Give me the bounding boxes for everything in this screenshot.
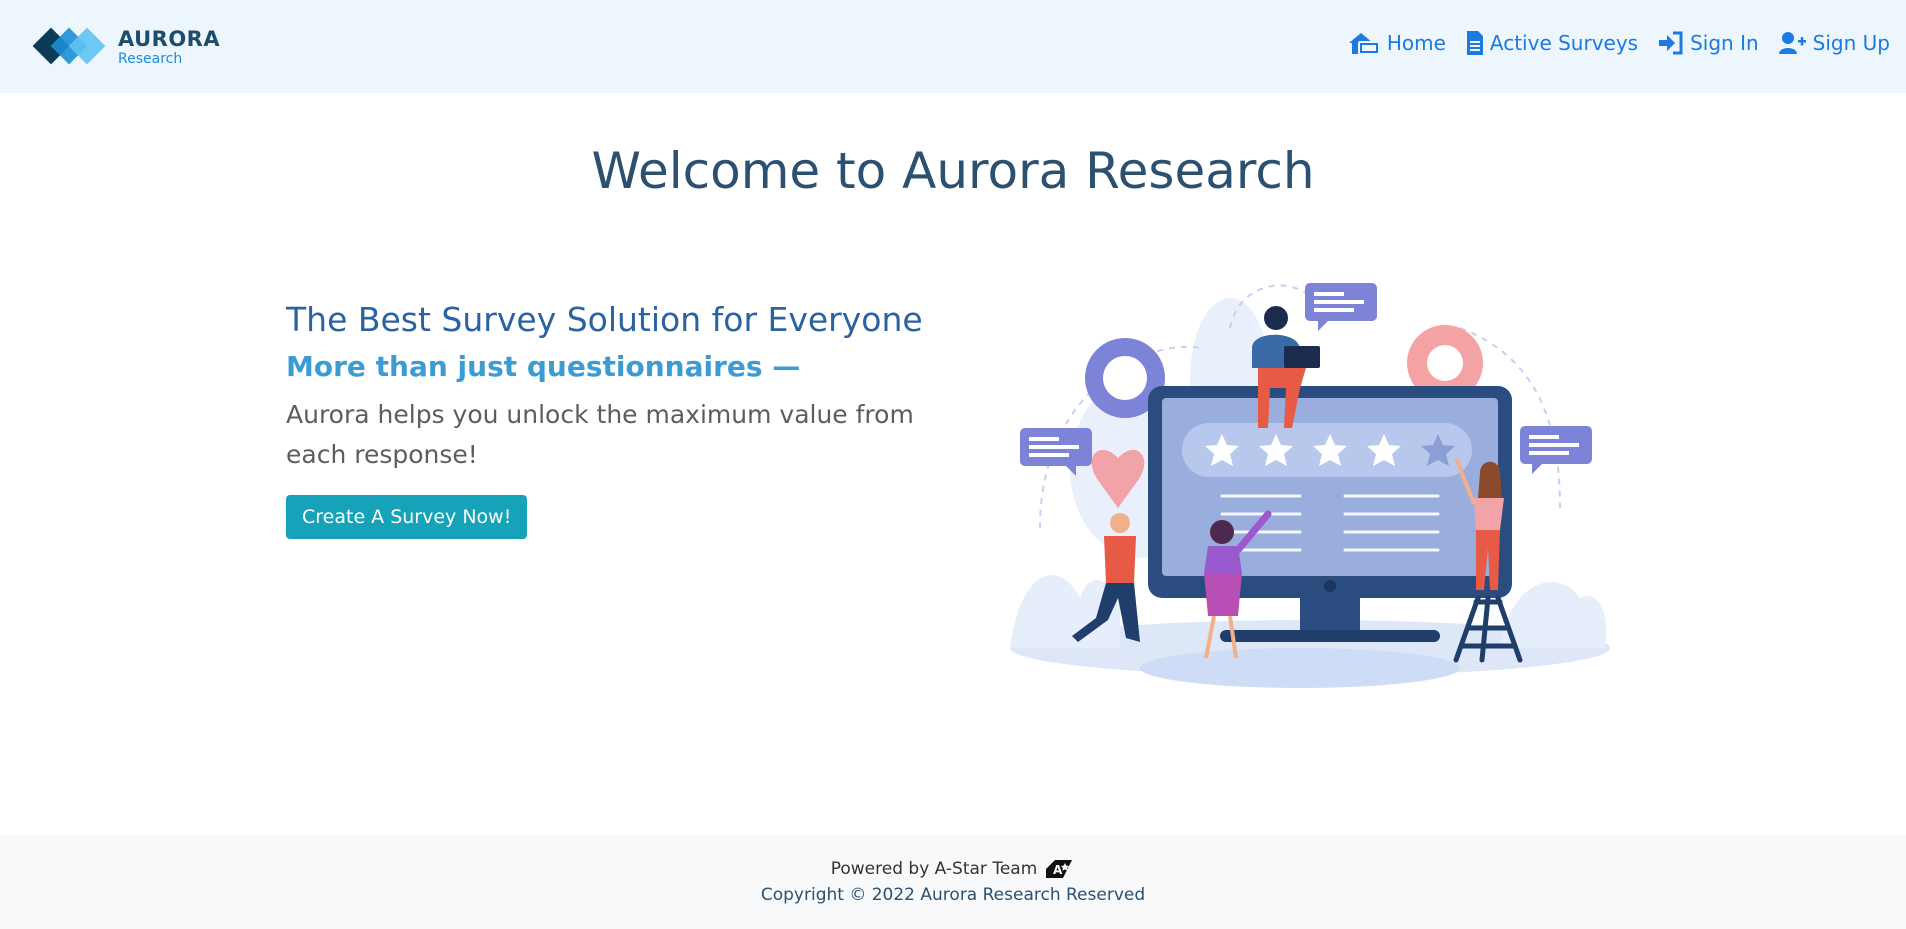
document-icon bbox=[1466, 31, 1483, 55]
nav-sign-up[interactable]: Sign Up bbox=[1778, 31, 1890, 55]
sign-in-icon bbox=[1659, 31, 1683, 55]
brand-subtitle: Research bbox=[118, 50, 183, 67]
hero-description: Aurora helps you unlock the maximum valu… bbox=[286, 400, 914, 470]
page-title: Welcome to Aurora Research bbox=[591, 142, 1315, 200]
nav-sign-in[interactable]: Sign In bbox=[1658, 31, 1759, 55]
hero-subheading: More than just questionnaires — bbox=[286, 349, 801, 383]
nav-home[interactable]: Home bbox=[1347, 30, 1446, 56]
brand-name: AURORA bbox=[118, 26, 221, 51]
nav-active-surveys[interactable]: Active Surveys bbox=[1466, 30, 1638, 56]
hero-heading: The Best Survey Solution for Everyone bbox=[286, 300, 923, 339]
svg-text:A: A bbox=[1053, 863, 1063, 877]
chat-bubble-icon bbox=[1305, 283, 1377, 331]
chat-bubble-icon bbox=[1520, 426, 1592, 474]
powered-by-text: Powered by A-Star Team bbox=[830, 859, 1038, 879]
top-navbar: AURORA Research Home Active Surveys Sign… bbox=[0, 0, 1906, 93]
aurora-logo-icon bbox=[32, 27, 106, 65]
nav-sign-in-label: Sign In bbox=[1690, 31, 1759, 55]
nav-active-surveys-label: Active Surveys bbox=[1489, 31, 1639, 55]
user-plus-icon bbox=[1778, 32, 1806, 54]
create-survey-button[interactable]: Create A Survey Now! bbox=[286, 495, 528, 540]
nav-sign-up-label: Sign Up bbox=[1812, 31, 1890, 55]
main-nav: Home Active Surveys Sign In Sign Up bbox=[1327, 30, 1890, 56]
home-icon bbox=[1348, 33, 1380, 55]
page-footer: Powered by A-Star Team A Copyright © 202… bbox=[0, 835, 1906, 929]
a-star-team-logo-icon: A bbox=[1046, 860, 1073, 878]
brand-logo-link[interactable]: AURORA Research bbox=[32, 22, 220, 72]
copyright-text: Copyright © 2022 Aurora Research Reserve… bbox=[760, 885, 1146, 905]
survey-illustration bbox=[1010, 283, 1610, 688]
hero-section: The Best Survey Solution for Everyone Mo… bbox=[286, 300, 966, 540]
monitor-icon bbox=[1148, 386, 1512, 642]
nav-home-label: Home bbox=[1386, 31, 1446, 55]
